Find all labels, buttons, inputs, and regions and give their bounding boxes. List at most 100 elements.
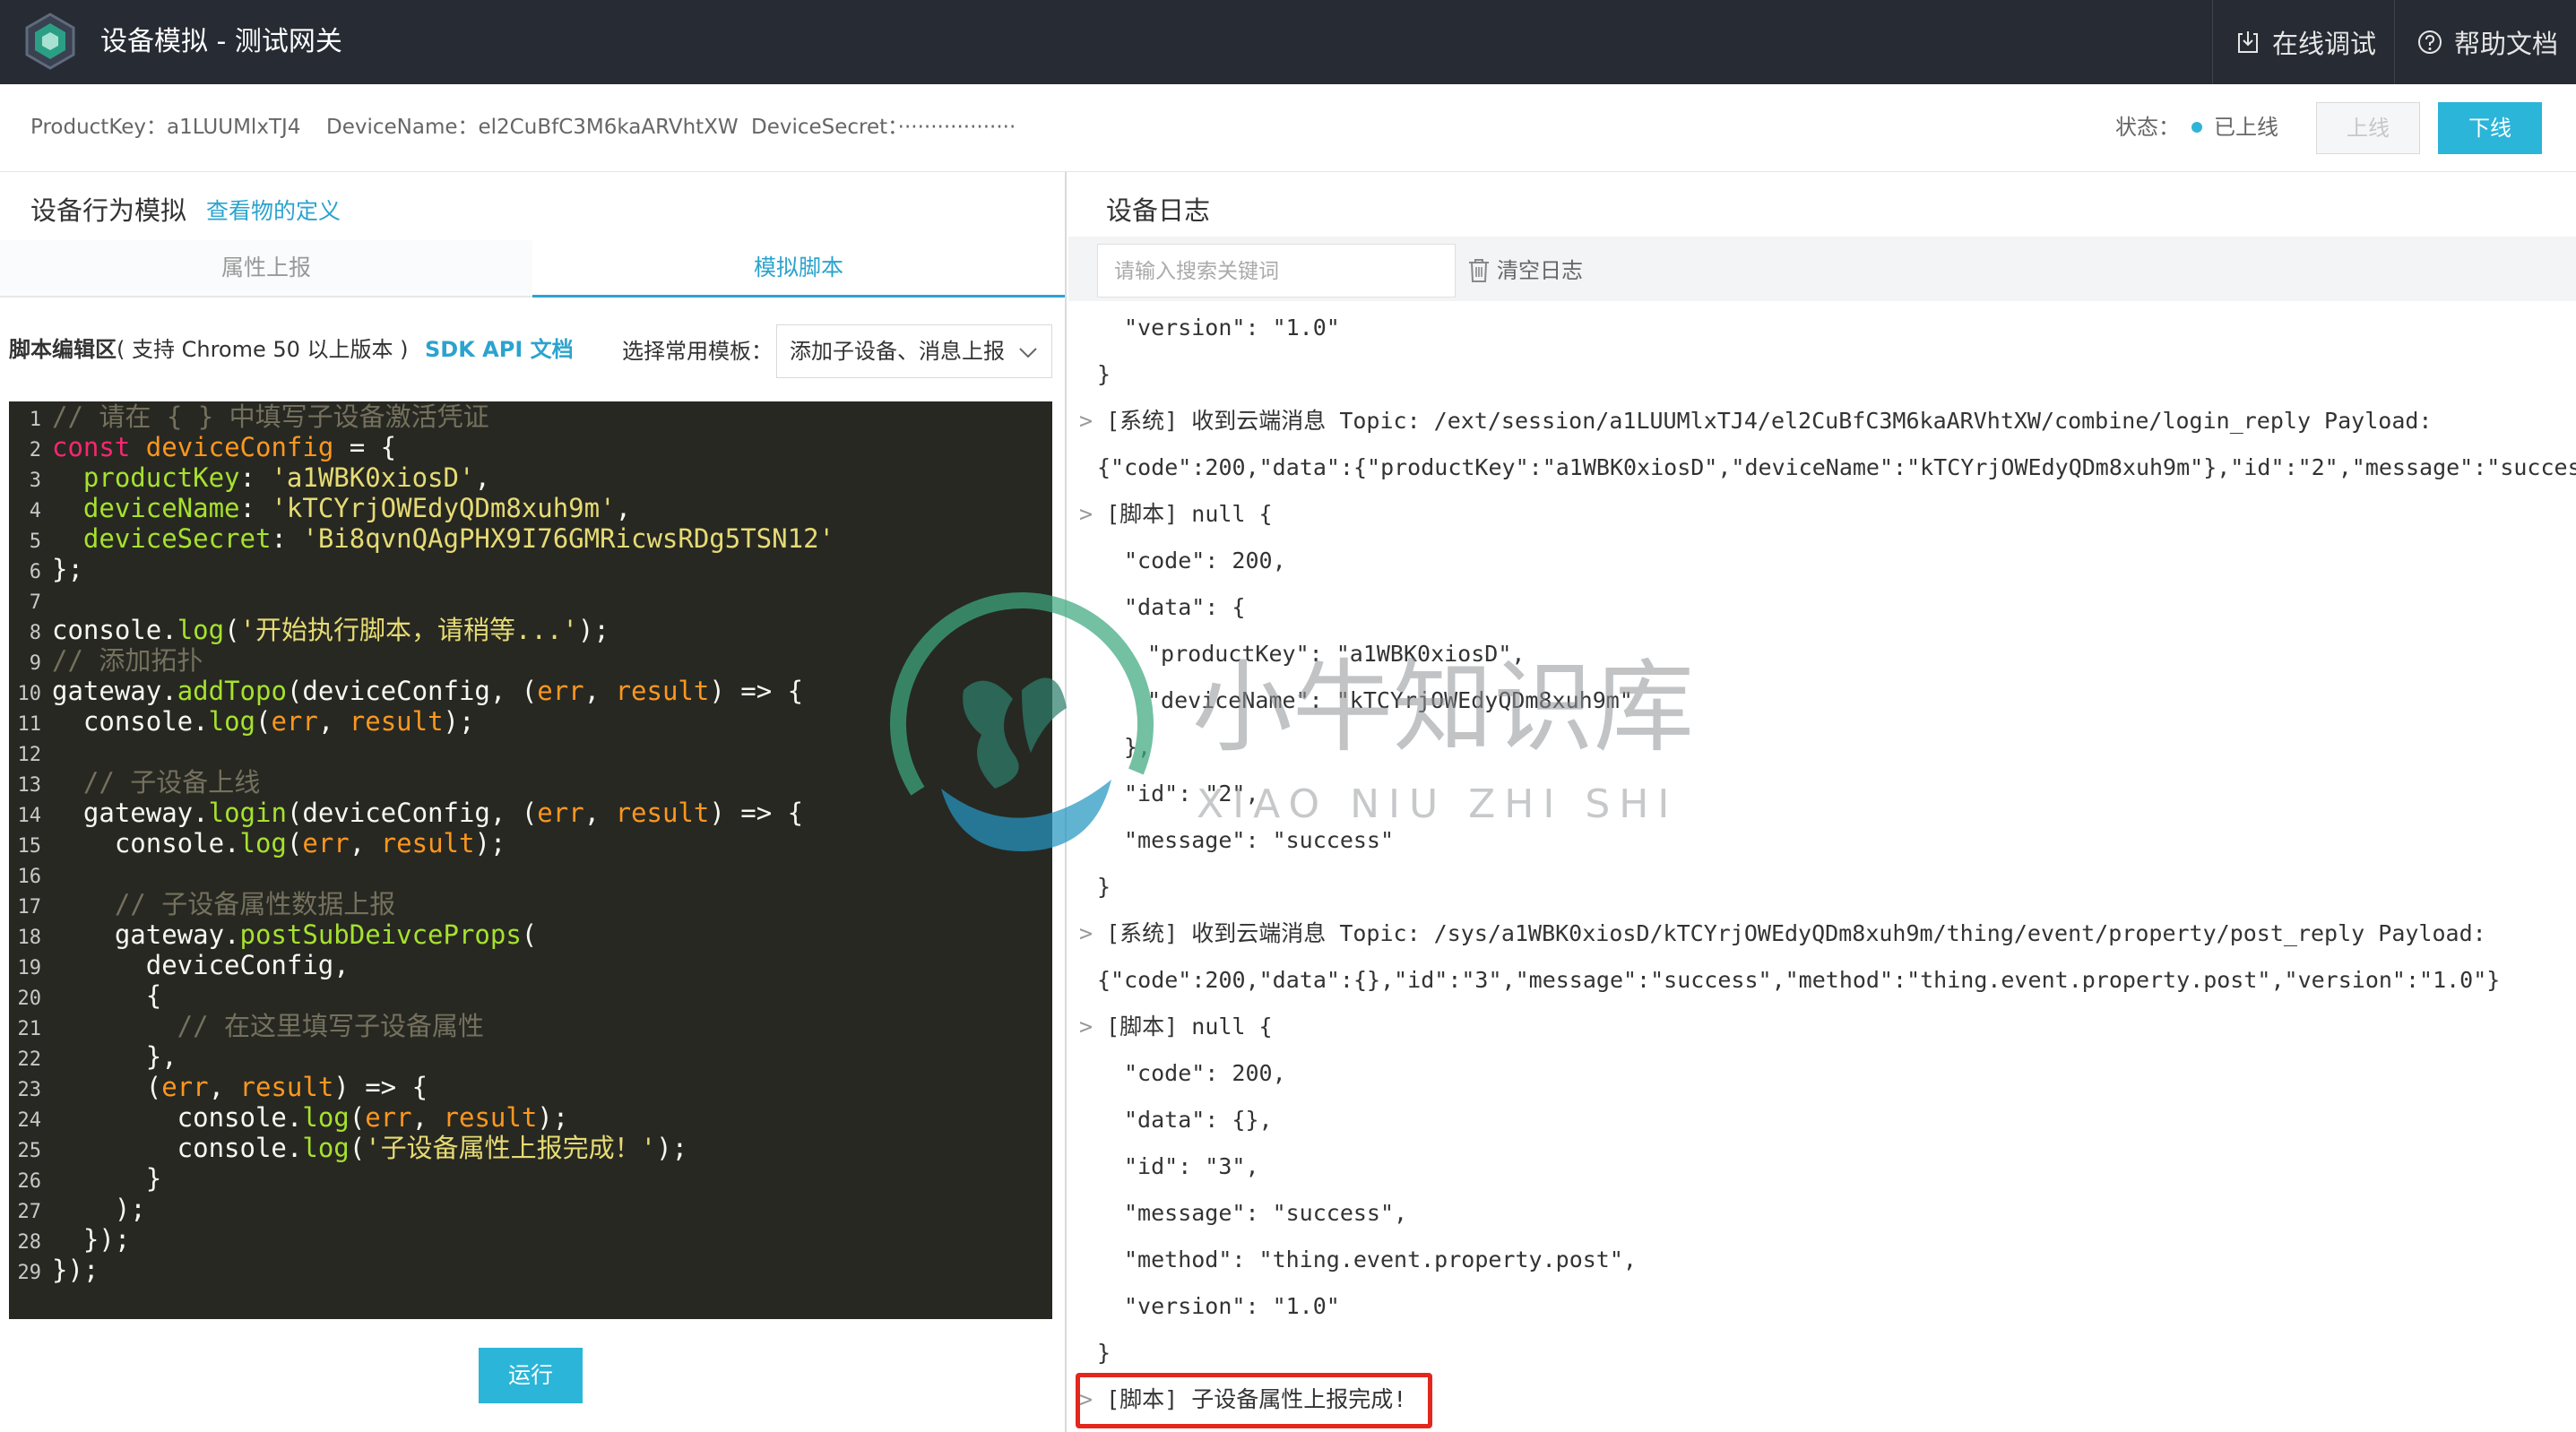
line-number: 10 xyxy=(17,683,42,705)
line-number: 29 xyxy=(17,1262,42,1284)
log-line: "productKey": "a1WBK0xiosD", xyxy=(1147,641,1526,667)
sdk-api-docs-link[interactable]: SDK API 文档 xyxy=(425,332,574,363)
code-text: }; xyxy=(52,554,83,584)
code-line: 20 { xyxy=(9,980,1052,1011)
line-number: 14 xyxy=(17,805,42,827)
line-number: 9 xyxy=(29,652,41,675)
log-line: "method": "thing.event.property.post", xyxy=(1124,1247,1637,1272)
code-text: // 子设备属性数据上报 xyxy=(52,889,396,919)
code-text: ); xyxy=(52,1194,146,1224)
code-text: }); xyxy=(52,1255,99,1285)
log-caret-icon: > xyxy=(1079,501,1107,527)
line-number: 26 xyxy=(17,1170,42,1193)
help-circle-icon xyxy=(2417,30,2442,54)
run-button[interactable]: 运行 xyxy=(479,1348,583,1403)
tab-simulation-script[interactable]: 模拟脚本 xyxy=(532,240,1065,298)
code-text: }, xyxy=(52,1041,177,1072)
line-number: 4 xyxy=(29,500,41,522)
code-line: 16 xyxy=(9,858,1052,889)
log-line: } xyxy=(1097,1340,1111,1366)
editor-label: 脚本编辑区 xyxy=(9,337,117,362)
code-text: // 请在 { } 中填写子设备激活凭证 xyxy=(52,401,489,432)
code-line: 10 gateway.addTopo(deviceConfig, (err, re… xyxy=(9,676,1052,706)
log-toolbar: 清空日志 xyxy=(1068,237,2576,301)
panel-title: 设备行为模拟 xyxy=(30,195,187,226)
code-editor[interactable]: 1 // 请在 { } 中填写子设备激活凭证 2 const deviceConfi… xyxy=(9,401,1052,1319)
log-line: "data": { xyxy=(1124,594,1246,620)
device-name: DeviceName：el2CuBfC3M6kaARVhtXW xyxy=(326,116,739,139)
line-number: 13 xyxy=(17,774,42,797)
line-number: 8 xyxy=(29,622,41,644)
status-label: 状态： xyxy=(2115,115,2180,140)
code-line: 5 deviceSecret: 'Bi8qvnQAgPHX9I76GMRicws… xyxy=(9,523,1052,554)
code-line: 13 // 子设备上线 xyxy=(9,767,1052,798)
status-dot-icon xyxy=(2191,122,2202,133)
log-caret-icon: > xyxy=(1079,920,1107,946)
view-thing-definition-link[interactable]: 查看物的定义 xyxy=(206,194,341,226)
code-line: 2 const deviceConfig = { xyxy=(9,432,1052,462)
log-line: } xyxy=(1097,874,1111,900)
code-text: // 子设备上线 xyxy=(52,767,261,798)
line-number: 20 xyxy=(17,988,42,1010)
code-line: 19 deviceConfig, xyxy=(9,950,1052,980)
line-number: 22 xyxy=(17,1048,42,1071)
code-line: 28 }); xyxy=(9,1224,1052,1255)
log-title: 设备日志 xyxy=(1106,195,1211,226)
code-line: 15 console.log(err, result); xyxy=(9,828,1052,858)
editor-heading: 脚本编辑区( 支持 Chrome 50 以上版本 ) xyxy=(9,332,409,363)
tab-property-report[interactable]: 属性上报 xyxy=(0,240,532,298)
line-number: 5 xyxy=(29,531,41,553)
code-line: 22 }, xyxy=(9,1041,1052,1072)
code-line: 27 ); xyxy=(9,1194,1052,1224)
line-number: 16 xyxy=(17,866,42,888)
top-bar: 设备模拟 - 测试网关 在线调试 帮助文档 xyxy=(0,0,2576,84)
online-button[interactable]: 上线 xyxy=(2316,102,2420,154)
line-number: 12 xyxy=(17,744,42,766)
log-line: > [系统] 收到云端消息 Topic: /ext/session/a1LUUM… xyxy=(1079,408,2433,434)
device-secret: DeviceSecret：·················· xyxy=(751,116,1016,139)
log-line: }, xyxy=(1124,734,1152,760)
code-line: 24 console.log(err, result); xyxy=(9,1102,1052,1133)
code-line: 14 gateway.login(deviceConfig, (err, res… xyxy=(9,798,1052,828)
log-line: "code": 200, xyxy=(1124,1060,1286,1086)
line-number: 11 xyxy=(17,713,42,736)
template-select[interactable]: 添加子设备、消息上报 xyxy=(776,324,1052,378)
tab-bar: 属性上报 模拟脚本 xyxy=(0,240,1065,298)
code-line: 7 xyxy=(9,584,1052,615)
chevron-down-icon xyxy=(1019,348,1037,358)
offline-button[interactable]: 下线 xyxy=(2438,102,2542,154)
code-text: { xyxy=(52,980,162,1011)
log-search-input[interactable] xyxy=(1097,244,1456,298)
code-line: 18 gateway.postSubDeivceProps( xyxy=(9,919,1052,950)
line-number: 7 xyxy=(29,591,41,614)
clear-log-button[interactable]: 清空日志 xyxy=(1466,244,1583,298)
log-output[interactable]: "version": "1.0"} > [系统] 收到云端消息 Topic: /e… xyxy=(1068,301,2576,1432)
code-line: 8 console.log('开始执行脚本，请稍等...'); xyxy=(9,615,1052,645)
highlight-annotation-box xyxy=(1076,1373,1432,1428)
line-number: 21 xyxy=(17,1018,42,1040)
app-title: 设备模拟 - 测试网关 xyxy=(100,26,342,57)
online-debug-button[interactable]: 在线调试 xyxy=(2211,0,2394,84)
log-line: "version": "1.0" xyxy=(1124,1293,1340,1319)
code-line: 1 // 请在 { } 中填写子设备激活凭证 xyxy=(9,401,1052,432)
product-key: ProductKey：a1LUUMlxTJ4 xyxy=(30,116,301,139)
code-text: // 在这里填写子设备属性 xyxy=(52,1011,485,1041)
log-line: > [脚本] null { xyxy=(1079,501,1273,527)
template-select-value: 添加子设备、消息上报 xyxy=(790,339,1005,364)
log-line: > [脚本] null { xyxy=(1079,1014,1273,1039)
log-line: "data": {}, xyxy=(1124,1107,1273,1133)
app-logo-icon xyxy=(25,13,75,70)
line-number: 17 xyxy=(17,896,42,919)
line-number: 23 xyxy=(17,1079,42,1101)
online-debug-label: 在线调试 xyxy=(2271,29,2376,59)
log-line: "code": 200, xyxy=(1124,548,1286,574)
device-behavior-panel: 设备行为模拟 查看物的定义 属性上报 模拟脚本 脚本编辑区( 支持 Chrome… xyxy=(0,172,1067,1432)
line-number: 15 xyxy=(17,835,42,858)
line-number: 27 xyxy=(17,1201,42,1223)
line-number: 19 xyxy=(17,957,42,979)
template-label: 选择常用模板： xyxy=(622,339,773,364)
editor-hint: ( 支持 Chrome 50 以上版本 ) xyxy=(117,337,409,362)
code-line: 9 // 添加拓扑 xyxy=(9,645,1052,676)
help-docs-button[interactable]: 帮助文档 xyxy=(2393,0,2576,84)
log-line: "id": "3", xyxy=(1124,1153,1259,1179)
